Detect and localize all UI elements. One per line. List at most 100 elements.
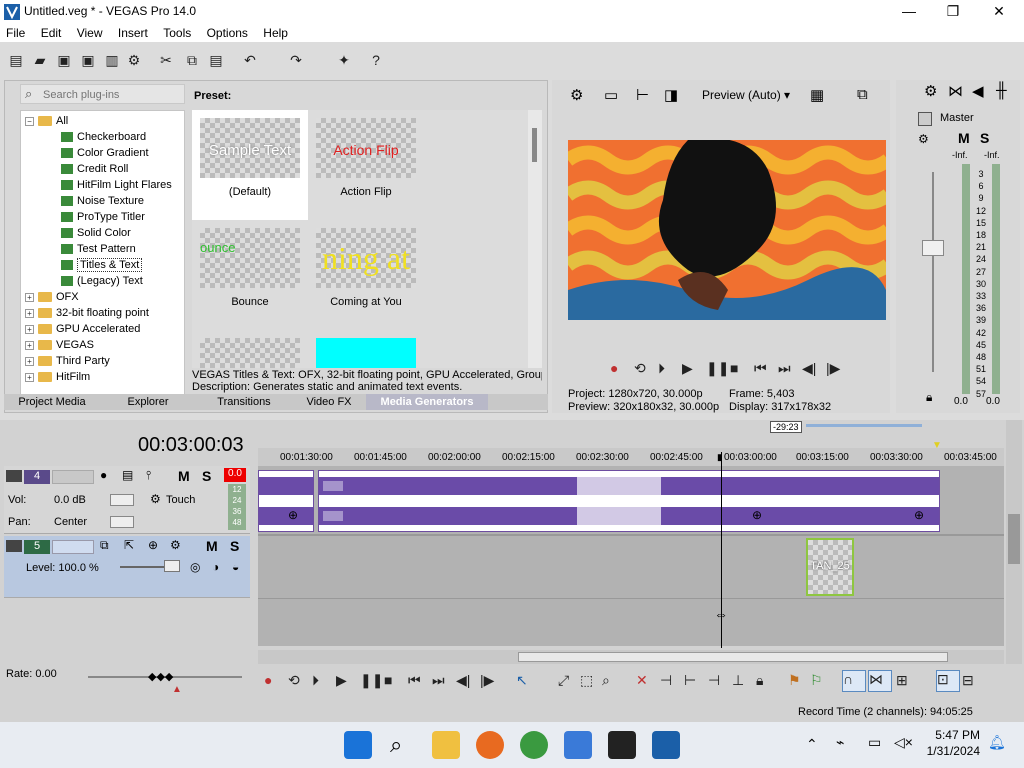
rate-slider-handle[interactable]: ◆◆◆ [148, 670, 173, 683]
overlays-grid-icon[interactable]: ▦ [810, 86, 824, 104]
preset-row3-left[interactable] [192, 330, 308, 368]
pause-icon[interactable]: ❚❚ [706, 360, 729, 377]
video-mute-button[interactable]: M [206, 538, 218, 554]
play-from-start-icon[interactable]: ⏵ [658, 360, 665, 377]
tree-item-protype-titler[interactable]: ProType Titler [61, 209, 145, 225]
track-motion-icon[interactable]: ⇱ [124, 538, 134, 552]
volume-slider[interactable] [110, 494, 134, 506]
scrollbar-thumb[interactable] [532, 128, 537, 162]
search-icon[interactable]: ⌕ [390, 732, 402, 758]
preview-settings-gear-icon[interactable]: ⚙ [570, 86, 583, 104]
expand-icon[interactable]: + [25, 372, 34, 382]
video-track-header[interactable]: 5 ⧉ ⇱ ⊕ ⚙ M S Level: 100.0 % ◎ ◑ ◒ [4, 536, 250, 598]
video-track-name-field[interactable] [52, 540, 94, 554]
mask-icon[interactable]: ◒ [232, 560, 239, 574]
photos-icon[interactable] [564, 731, 592, 759]
menu-view[interactable]: View [71, 24, 109, 42]
audio-track-name-field[interactable] [52, 470, 94, 484]
arm-record-icon[interactable]: ● [100, 468, 107, 482]
collapse-icon[interactable]: − [25, 116, 34, 126]
pause-icon[interactable]: ❚❚ [360, 672, 383, 689]
network-icon[interactable]: ⌁ [836, 734, 844, 751]
next-frame-icon[interactable]: |▶ [480, 672, 494, 689]
preset-coming-at-you[interactable]: ning at Coming at You [308, 220, 424, 330]
expand-icon[interactable]: + [25, 308, 34, 318]
plugin-search-input[interactable] [43, 87, 181, 102]
chrome-icon[interactable] [520, 731, 548, 759]
expand-icon[interactable]: + [25, 292, 34, 302]
audio-mute-button[interactable]: M [178, 468, 190, 484]
cut-icon[interactable]: ✂ [156, 50, 176, 70]
loop-region-bar[interactable] [806, 424, 922, 427]
loop-icon[interactable]: ⟲ [288, 672, 300, 689]
tab-transitions[interactable]: Transitions [196, 394, 292, 410]
new-file-icon[interactable]: ▤ [6, 50, 26, 70]
scrollbar-thumb[interactable] [518, 652, 948, 662]
audio-solo-button[interactable]: S [202, 468, 211, 484]
external-monitor-icon[interactable]: ▭ [604, 86, 618, 104]
tree-item-checkerboard[interactable]: Checkerboard [61, 129, 146, 145]
tab-video-fx[interactable]: Video FX [292, 394, 366, 410]
snapping-magnet-icon[interactable]: ∩ [842, 670, 866, 692]
playhead-marker-icon[interactable]: ▮ [717, 452, 722, 463]
undo-icon[interactable]: ↶ [240, 50, 260, 70]
tree-item-hitfilm-light-flares[interactable]: HitFilm Light Flares [61, 177, 172, 193]
video-solo-button[interactable]: S [230, 538, 239, 554]
save-as-icon[interactable]: ▣ [78, 50, 98, 70]
zoom-tool-icon[interactable]: ⌕ [602, 672, 610, 689]
tab-media-generators[interactable]: Media Generators [366, 394, 488, 410]
clock-time[interactable]: 5:47 PM [930, 728, 980, 742]
horizontal-scrollbar[interactable] [258, 650, 1004, 664]
copy-icon[interactable]: ⧉ [182, 50, 202, 70]
tree-item-all[interactable]: − All [25, 113, 68, 129]
preset-default[interactable]: Sample Text (Default) [192, 110, 308, 220]
compositing-icon[interactable]: ⧉ [100, 538, 109, 553]
lock-icon[interactable]: 🔒︎ [926, 390, 932, 405]
go-to-start-icon[interactable]: ⏮ [408, 672, 421, 689]
preview-quality-dropdown[interactable]: Preview (Auto) ▾ [702, 88, 790, 102]
play-icon[interactable]: ▶ [336, 672, 347, 689]
menu-options[interactable]: Options [201, 24, 254, 42]
next-frame-icon[interactable]: |▶ [826, 360, 840, 377]
mixer-insert-icon[interactable]: ⋈ [948, 82, 963, 100]
split-icon[interactable]: ⊥ [732, 672, 744, 689]
envelope-tool-icon[interactable]: ⤢ [558, 672, 569, 689]
go-to-start-icon[interactable]: ⏮ [754, 360, 767, 377]
split-screen-icon[interactable]: ⊢ [636, 86, 649, 104]
normal-edit-tool-icon[interactable]: ↖ [516, 672, 528, 689]
preset-row3-right[interactable] [308, 330, 424, 368]
preset-action-flip[interactable]: Action Flip Action Flip [308, 110, 424, 220]
marker-insert-icon[interactable]: ⚑ [788, 672, 801, 689]
record-icon[interactable]: ● [610, 360, 618, 376]
firefox-icon[interactable] [476, 731, 504, 759]
tab-explorer[interactable]: Explorer [100, 394, 196, 410]
lock-event-icon[interactable]: 🔒︎ [756, 672, 763, 689]
region-insert-icon[interactable]: ⚐ [810, 672, 823, 689]
mixer-dim-icon[interactable]: ╫ [996, 82, 1007, 99]
text-media-event[interactable]: TAN_25 [806, 538, 854, 596]
event-fade-handle-icon[interactable]: ⊕ [752, 508, 762, 522]
selection-tool-icon[interactable]: ⬚ [580, 672, 593, 689]
vertical-scrollbar[interactable] [1006, 420, 1022, 664]
go-to-end-icon[interactable]: ⏭ [778, 360, 791, 377]
master-mute-button[interactable]: M [958, 130, 970, 146]
tree-folder-vegas[interactable]: + VEGAS [25, 337, 94, 353]
start-menu-icon[interactable] [344, 731, 372, 759]
level-slider-handle[interactable] [164, 560, 180, 572]
file-explorer-icon[interactable] [432, 731, 460, 759]
tree-folder-gpu[interactable]: + GPU Accelerated [25, 321, 140, 337]
timeline-ruler[interactable]: 00:01:30:00 00:01:45:00 00:02:00:00 00:0… [258, 448, 1004, 466]
master-fader-handle[interactable] [922, 240, 944, 256]
minimize-button[interactable]: — [886, 0, 932, 24]
mixer-gear-icon[interactable]: ⚙ [924, 82, 937, 100]
expand-icon[interactable]: + [25, 356, 34, 366]
delete-icon[interactable]: ✕ [636, 672, 648, 689]
preset-scrollbar[interactable] [528, 110, 542, 368]
stop-icon[interactable]: ■ [730, 360, 738, 376]
tree-item-legacy-text[interactable]: (Legacy) Text [61, 273, 143, 289]
ripple-edit-icon[interactable]: ⊞ [896, 672, 908, 689]
parent-mode-icon[interactable]: ◑ [212, 560, 219, 574]
maximize-button[interactable]: ❐ [930, 0, 976, 24]
mixer-fx-icon[interactable]: ⚙ [918, 132, 929, 146]
clock-date[interactable]: 1/31/2024 [920, 744, 980, 758]
